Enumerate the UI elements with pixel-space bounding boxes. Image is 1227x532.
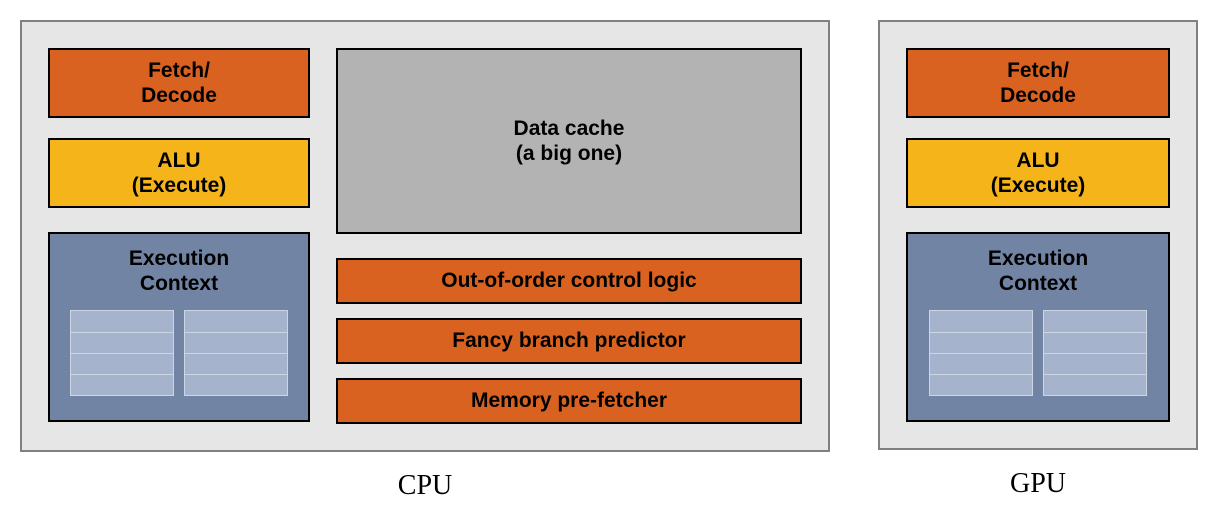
cpu-branch-predictor-box: Fancy branch predictor bbox=[336, 318, 802, 364]
gpu-execution-context-box: Execution Context bbox=[906, 232, 1170, 422]
register-grid bbox=[1043, 310, 1147, 396]
cpu-prefetcher-box: Memory pre-fetcher bbox=[336, 378, 802, 424]
gpu-fetch-decode-box: Fetch/ Decode bbox=[906, 48, 1170, 118]
gpu-caption: GPU bbox=[1010, 468, 1066, 500]
cpu-left-column: Fetch/ Decode ALU (Execute) Execution Co… bbox=[48, 48, 310, 424]
cpu-gpu-diagram: Fetch/ Decode ALU (Execute) Execution Co… bbox=[20, 20, 1207, 502]
register-grid bbox=[70, 310, 174, 396]
cpu-right-column: Data cache (a big one) Out-of-order cont… bbox=[336, 48, 802, 424]
cpu-caption: CPU bbox=[398, 470, 452, 502]
gpu-alu-box: ALU (Execute) bbox=[906, 138, 1170, 208]
cpu-execution-context-box: Execution Context bbox=[48, 232, 310, 422]
gpu-exec-label: Execution Context bbox=[988, 246, 1088, 296]
register-grid bbox=[184, 310, 288, 396]
cpu-panel: Fetch/ Decode ALU (Execute) Execution Co… bbox=[20, 20, 830, 452]
register-grid bbox=[929, 310, 1033, 396]
cpu-alu-box: ALU (Execute) bbox=[48, 138, 310, 208]
cpu-data-cache-box: Data cache (a big one) bbox=[336, 48, 802, 234]
gpu-register-grids bbox=[929, 310, 1147, 396]
gpu-column: Fetch/ Decode ALU (Execute) Execution Co… bbox=[878, 20, 1198, 500]
cpu-fetch-decode-box: Fetch/ Decode bbox=[48, 48, 310, 118]
gpu-panel: Fetch/ Decode ALU (Execute) Execution Co… bbox=[878, 20, 1198, 450]
cpu-column: Fetch/ Decode ALU (Execute) Execution Co… bbox=[20, 20, 830, 502]
cpu-ooo-box: Out-of-order control logic bbox=[336, 258, 802, 304]
cpu-register-grids bbox=[70, 310, 288, 396]
cpu-exec-label: Execution Context bbox=[129, 246, 229, 296]
